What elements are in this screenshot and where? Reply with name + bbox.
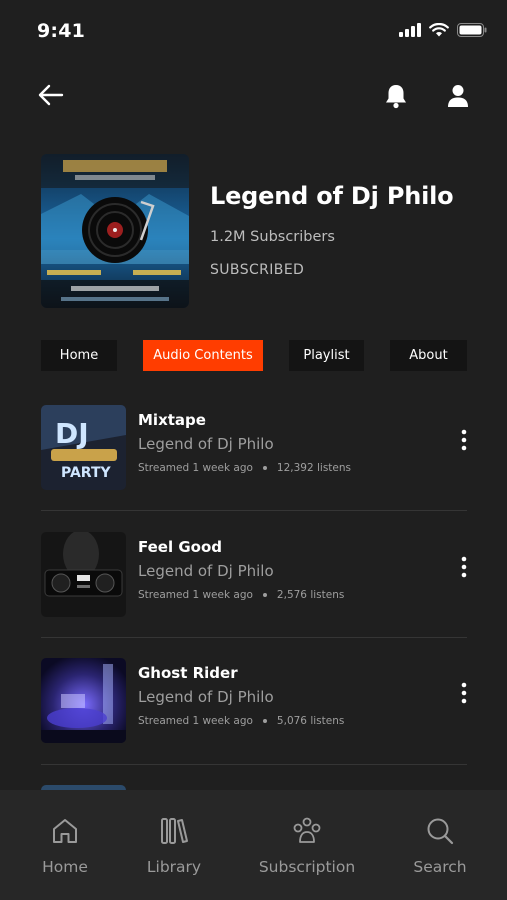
- nav-search[interactable]: Search: [400, 790, 480, 900]
- track-item[interactable]: Ghost Rider Legend of Dj Philo Streamed …: [41, 650, 467, 743]
- nav-home[interactable]: Home: [25, 790, 105, 900]
- track-streamed: Streamed 1 week ago: [138, 462, 253, 474]
- home-icon: [53, 819, 77, 843]
- track-streamed: Streamed 1 week ago: [138, 715, 253, 727]
- nav-subscription-label: Subscription: [258, 858, 356, 876]
- divider: [41, 637, 467, 638]
- track-title: Ghost Rider: [138, 664, 238, 682]
- track-item[interactable]: DJ PARTY Mixtape Legend of Dj Philo Stre…: [41, 397, 467, 490]
- subscriber-count: 1.2M Subscribers: [210, 229, 335, 245]
- tab-home[interactable]: Home: [41, 340, 117, 371]
- track-title: Feel Good: [138, 538, 223, 556]
- arrow-left-icon: [38, 84, 64, 106]
- track-thumbnail: DJ PARTY: [41, 405, 126, 490]
- track-thumbnail: [41, 658, 126, 743]
- subscription-status[interactable]: SUBSCRIBED: [210, 262, 304, 278]
- profile-button[interactable]: [442, 80, 474, 112]
- status-time: 9:41: [37, 20, 86, 42]
- signal-icon: [399, 23, 421, 37]
- svg-text:DJ: DJ: [55, 417, 89, 450]
- track-thumbnail: [41, 532, 126, 617]
- svg-text:PARTY: PARTY: [61, 465, 112, 481]
- nav-search-label: Search: [413, 858, 467, 876]
- dj-controller-photo-icon: [41, 532, 126, 617]
- more-vertical-icon: [461, 682, 467, 704]
- meta-separator: [262, 593, 267, 597]
- library-icon: [161, 818, 188, 844]
- tab-about[interactable]: About: [390, 340, 467, 371]
- tab-playlist[interactable]: Playlist: [289, 340, 364, 371]
- more-options-button[interactable]: [451, 554, 477, 580]
- track-item[interactable]: Feel Good Legend of Dj Philo Streamed 1 …: [41, 524, 467, 617]
- channel-name: Legend of Dj Philo: [210, 182, 454, 210]
- channel-cover-art: [41, 154, 189, 308]
- dj-party-artwork-icon: DJ PARTY: [41, 405, 126, 490]
- dj-turntable-icon: [41, 154, 189, 308]
- track-meta: Streamed 1 week ago 5,076 listens: [138, 715, 344, 727]
- track-title: Mixtape: [138, 411, 206, 429]
- status-icons: [399, 23, 487, 37]
- track-listens: 12,392 listens: [276, 462, 352, 474]
- subscription-icon: [293, 817, 321, 843]
- nav-library-label: Library: [146, 858, 202, 876]
- track-listens: 5,076 listens: [276, 715, 345, 727]
- search-icon: [427, 818, 454, 845]
- track-streamed: Streamed 1 week ago: [138, 589, 253, 601]
- more-options-button[interactable]: [451, 680, 477, 706]
- user-icon: [448, 85, 468, 107]
- meta-separator: [262, 466, 267, 470]
- nav-subscription[interactable]: Subscription: [252, 790, 362, 900]
- nav-library[interactable]: Library: [134, 790, 214, 900]
- wifi-icon: [429, 23, 449, 37]
- track-artist: Legend of Dj Philo: [138, 688, 274, 706]
- more-options-button[interactable]: [451, 427, 477, 453]
- nav-home-label: Home: [42, 858, 88, 876]
- meta-separator: [262, 719, 267, 723]
- track-artist: Legend of Dj Philo: [138, 435, 274, 453]
- more-vertical-icon: [461, 429, 467, 451]
- battery-icon: [457, 23, 487, 37]
- more-vertical-icon: [461, 556, 467, 578]
- divider: [41, 764, 467, 765]
- track-meta: Streamed 1 week ago 12,392 listens: [138, 462, 351, 474]
- club-stage-photo-icon: [41, 658, 126, 743]
- back-button[interactable]: [34, 80, 68, 110]
- status-bar: 9:41: [0, 0, 507, 64]
- track-artist: Legend of Dj Philo: [138, 562, 274, 580]
- bell-icon: [386, 85, 406, 109]
- divider: [41, 510, 467, 511]
- track-meta: Streamed 1 week ago 2,576 listens: [138, 589, 344, 601]
- tab-audio-contents[interactable]: Audio Contents: [143, 340, 263, 371]
- bottom-navigation: Home Library Subscription Search: [0, 790, 507, 900]
- track-listens: 2,576 listens: [276, 589, 345, 601]
- notifications-button[interactable]: [380, 80, 412, 112]
